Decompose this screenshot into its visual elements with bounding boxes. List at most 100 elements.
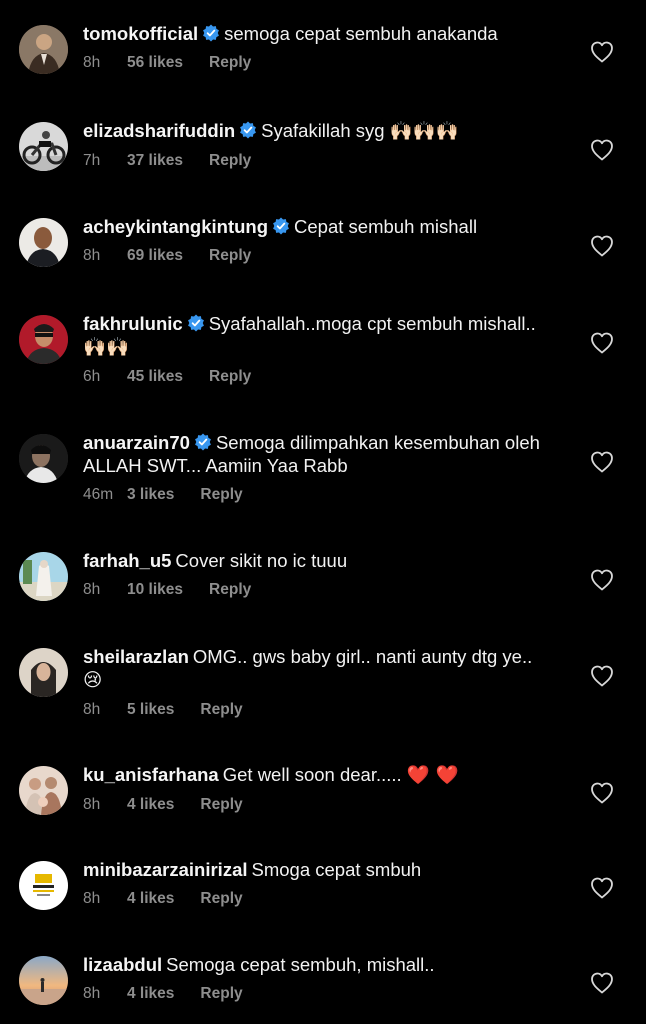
comment-meta: 7h 37 likes Reply (83, 152, 543, 170)
comment-text: Syafakillah syg (261, 120, 385, 141)
timestamp: 8h (83, 54, 101, 71)
timestamp: 46m (83, 486, 114, 503)
comment-emoji: 🙌🏻🙌🏻 (83, 337, 130, 358)
verified-badge-icon (202, 24, 220, 42)
comment-text-line: sheilarazlan OMG.. gws baby girl.. nanti … (83, 645, 543, 692)
username-link[interactable]: lizaabdul (83, 954, 162, 975)
timestamp: 8h (83, 247, 101, 264)
likes-count[interactable]: 37 likes (127, 152, 183, 170)
username-link[interactable]: tomokofficial (83, 23, 198, 44)
comment-text: Syafahallah..moga cpt sembuh mishall.. (208, 313, 536, 334)
avatar[interactable] (19, 25, 68, 74)
comment-body: ku_anisfarhana Get well soon dear..... ❤️… (83, 763, 543, 814)
likes-count[interactable]: 45 likes (127, 368, 183, 386)
comment-meta: 46m 3 likes Reply (83, 486, 543, 504)
comment-body: elizadsharifuddin Syafakillah syg 🙌🏻🙌🏻🙌🏻 7… (83, 119, 543, 170)
verified-badge-icon (239, 121, 257, 139)
comment-body: lizaabdul Semoga cepat sembuh, mishall.. 8… (83, 953, 543, 1003)
username-link[interactable]: fakhrulunic (83, 313, 183, 334)
comment-body: minibazarzainirizal Smoga cepat smbuh 8h 4 … (83, 858, 543, 908)
comment-text: Cepat sembuh mishall (294, 216, 478, 237)
timestamp: 8h (83, 890, 101, 907)
comment-text-line: acheykintangkintung Cepat sembuh mishall (83, 215, 543, 238)
likes-count[interactable]: 69 likes (127, 247, 183, 265)
avatar[interactable] (19, 122, 68, 171)
comment-text: semoga cepat sembuh anakanda (224, 23, 498, 44)
like-heart-icon[interactable] (590, 972, 614, 994)
comment-body: sheilarazlan OMG.. gws baby girl.. nanti … (83, 645, 543, 719)
reply-button[interactable]: Reply (209, 247, 251, 265)
like-heart-icon[interactable] (590, 139, 614, 161)
reply-button[interactable]: Reply (200, 890, 242, 908)
comment-meta: 8h 4 likes Reply (83, 985, 543, 1003)
username-link[interactable]: minibazarzainirizal (83, 859, 248, 880)
reply-button[interactable]: Reply (200, 796, 242, 814)
avatar[interactable] (19, 315, 68, 364)
comment-text: OMG.. gws baby girl.. nanti aunty dtg ye… (192, 646, 533, 667)
username-link[interactable]: sheilarazlan (83, 646, 189, 667)
comment-text-line: lizaabdul Semoga cepat sembuh, mishall.. (83, 953, 543, 976)
like-heart-icon[interactable] (590, 235, 614, 257)
like-heart-icon[interactable] (590, 569, 614, 591)
comment-body: fakhrulunic Syafahallah..moga cpt sembuh … (83, 312, 543, 386)
like-heart-icon[interactable] (590, 332, 614, 354)
avatar[interactable] (19, 861, 68, 910)
comment-body: farhah_u5 Cover sikit no ic tuuu 8h 10 like… (83, 549, 543, 599)
avatar[interactable] (19, 956, 68, 1005)
timestamp: 8h (83, 985, 101, 1002)
timestamp: 8h (83, 796, 101, 813)
avatar[interactable] (19, 218, 68, 267)
username-link[interactable]: acheykintangkintung (83, 216, 268, 237)
comment-meta: 8h 4 likes Reply (83, 890, 543, 908)
avatar[interactable] (19, 766, 68, 815)
comment-meta: 8h 56 likes Reply (83, 54, 543, 72)
avatar[interactable] (19, 552, 68, 601)
username-link[interactable]: farhah_u5 (83, 550, 171, 571)
avatar[interactable] (19, 434, 68, 483)
comment-body: tomokofficial semoga cepat sembuh anakand… (83, 22, 543, 72)
reply-button[interactable]: Reply (200, 985, 242, 1003)
likes-count[interactable]: 4 likes (127, 985, 174, 1003)
comment-body: acheykintangkintung Cepat sembuh mishall 8… (83, 215, 543, 265)
comment-text-line: tomokofficial semoga cepat sembuh anakand… (83, 22, 543, 45)
comment-text-line: minibazarzainirizal Smoga cepat smbuh (83, 858, 543, 881)
like-heart-icon[interactable] (590, 451, 614, 473)
timestamp: 8h (83, 581, 101, 598)
likes-count[interactable]: 4 likes (127, 890, 174, 908)
verified-badge-icon (187, 314, 205, 332)
comment-text: Get well soon dear..... (222, 764, 402, 785)
reply-button[interactable]: Reply (209, 368, 251, 386)
likes-count[interactable]: 3 likes (127, 486, 174, 504)
comment-meta: 8h 4 likes Reply (83, 796, 543, 814)
username-link[interactable]: elizadsharifuddin (83, 120, 235, 141)
likes-count[interactable]: 4 likes (127, 796, 174, 814)
comment-meta: 8h 5 likes Reply (83, 701, 543, 719)
comment-text-line: ku_anisfarhana Get well soon dear..... ❤️… (83, 763, 543, 787)
comment-text: Semoga cepat sembuh, mishall.. (166, 954, 435, 975)
comment-meta: 8h 69 likes Reply (83, 247, 543, 265)
reply-button[interactable]: Reply (209, 152, 251, 170)
reply-button[interactable]: Reply (209, 581, 251, 599)
comment-emoji: ❤️ ❤️ (406, 765, 459, 786)
comment-text-line: anuarzain70 Semoga dilimpahkan kesembuhan… (83, 431, 543, 477)
like-heart-icon[interactable] (590, 41, 614, 63)
like-heart-icon[interactable] (590, 782, 614, 804)
likes-count[interactable]: 5 likes (127, 701, 174, 719)
comment-body: anuarzain70 Semoga dilimpahkan kesembuhan… (83, 431, 543, 504)
reply-button[interactable]: Reply (200, 486, 242, 504)
reply-button[interactable]: Reply (209, 54, 251, 72)
likes-count[interactable]: 56 likes (127, 54, 183, 72)
reply-button[interactable]: Reply (200, 701, 242, 719)
like-heart-icon[interactable] (590, 877, 614, 899)
like-heart-icon[interactable] (590, 665, 614, 687)
username-link[interactable]: ku_anisfarhana (83, 764, 219, 785)
comment-text-line: fakhrulunic Syafahallah..moga cpt sembuh … (83, 312, 543, 359)
verified-badge-icon (272, 217, 290, 235)
verified-badge-icon (194, 433, 212, 451)
comment-meta: 6h 45 likes Reply (83, 368, 543, 386)
timestamp: 8h (83, 701, 101, 718)
username-link[interactable]: anuarzain70 (83, 432, 190, 453)
avatar[interactable] (19, 648, 68, 697)
likes-count[interactable]: 10 likes (127, 581, 183, 599)
timestamp: 7h (83, 152, 101, 169)
